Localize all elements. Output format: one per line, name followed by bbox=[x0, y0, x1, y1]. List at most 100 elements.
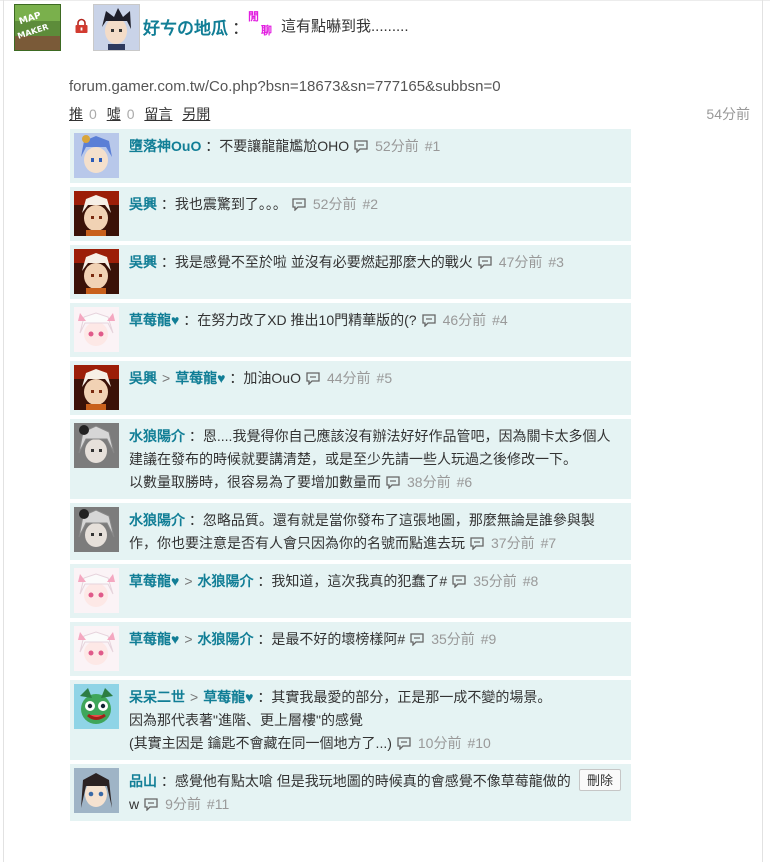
comment-time: 44分前 bbox=[326, 370, 371, 386]
author-colon: ： bbox=[232, 19, 249, 38]
reply-to-username[interactable]: 草莓龍♥ bbox=[203, 689, 253, 705]
post-author[interactable]: 好ㄘの地瓜 bbox=[143, 14, 228, 39]
comment-colon: ： bbox=[157, 196, 175, 212]
reply-icon[interactable] bbox=[396, 734, 412, 751]
comment-colon: ： bbox=[201, 138, 220, 154]
open-new-button[interactable]: 另開 bbox=[182, 106, 210, 122]
post-header: MAP MAKER 好ㄘの地瓜 ： 閒 聊 這有點嚇到我......... bbox=[14, 4, 754, 51]
reply-icon[interactable] bbox=[385, 473, 401, 490]
chat-tag-icon: 閒 聊 bbox=[248, 11, 272, 37]
post-url[interactable]: forum.gamer.com.tw/Co.php?bsn=18673&sn=7… bbox=[69, 78, 501, 95]
comment-colon: ： bbox=[179, 312, 198, 328]
reply-to-username[interactable]: 草莓龍♥ bbox=[175, 370, 225, 386]
comment-time: 47分前 bbox=[498, 254, 543, 270]
reply-arrow: > bbox=[184, 631, 193, 647]
push-count: 0 bbox=[89, 106, 97, 122]
comment-username[interactable]: 墮落神OuO bbox=[129, 138, 201, 154]
comment-avatar[interactable] bbox=[74, 423, 119, 468]
comment-avatar[interactable] bbox=[74, 768, 119, 813]
comment-avatar[interactable] bbox=[74, 507, 119, 552]
reply-arrow: > bbox=[184, 573, 193, 589]
comment-floor-number[interactable]: #1 bbox=[425, 138, 441, 154]
comment-colon: ： bbox=[253, 573, 272, 589]
comment-floor-number[interactable]: #6 bbox=[457, 474, 473, 490]
comment-row: 草莓龍♥ > 水狼陽介 ：我知道，這次我真的犯蠢了# 35分前 #8 bbox=[70, 564, 631, 618]
comment-row: 水狼陽介 ：忽略品質。還有就是當你發布了這張地圖，那麼無論是誰參與製作，你也要注… bbox=[70, 503, 631, 560]
comment-time: 10分前 bbox=[417, 735, 462, 751]
push-button[interactable]: 推 bbox=[69, 106, 83, 122]
comment-row: 水狼陽介 ：恩....我覺得你自己應該沒有辦法好好作品管吧，因為關卡太多個人建議… bbox=[70, 419, 631, 499]
comment-avatar[interactable] bbox=[74, 365, 119, 410]
comment-floor-number[interactable]: #10 bbox=[467, 735, 490, 751]
comment-colon: ： bbox=[253, 631, 272, 647]
comment-row: 吳興 ：我也震驚到了。。。 52分前 #2 bbox=[70, 187, 631, 241]
comment-colon: ： bbox=[185, 512, 203, 528]
comment-time: 38分前 bbox=[407, 474, 451, 490]
comment-avatar[interactable] bbox=[74, 133, 119, 178]
comment-floor-number[interactable]: #9 bbox=[481, 631, 497, 647]
reply-icon[interactable] bbox=[353, 137, 369, 154]
comment-username[interactable]: 吳興 bbox=[129, 254, 157, 270]
reply-icon[interactable] bbox=[305, 369, 321, 386]
reply-icon[interactable] bbox=[451, 572, 467, 589]
comment-avatar[interactable] bbox=[74, 684, 119, 729]
comment-floor-number[interactable]: #7 bbox=[541, 535, 557, 551]
game-logo-icon[interactable]: MAP MAKER bbox=[14, 4, 61, 51]
comment-username[interactable]: 草莓龍♥ bbox=[129, 631, 179, 647]
comment-floor-number[interactable]: #4 bbox=[492, 312, 508, 328]
reply-arrow: > bbox=[162, 370, 171, 386]
comment-avatar[interactable] bbox=[74, 626, 119, 671]
comment-time: 52分前 bbox=[312, 196, 357, 212]
comment-floor-number[interactable]: #8 bbox=[523, 573, 539, 589]
comment-username[interactable]: 水狼陽介 bbox=[129, 428, 185, 444]
boo-button[interactable]: 噓 bbox=[107, 106, 121, 122]
comment-floor-number[interactable]: #11 bbox=[207, 796, 229, 812]
comment-avatar[interactable] bbox=[74, 307, 119, 352]
comment-username[interactable]: 品山 bbox=[129, 773, 157, 789]
post-actions: 推0 噓0 留言 另開 bbox=[69, 104, 210, 124]
comment-row: 呆呆二世 > 草莓龍♥ ：其實我最愛的部分，正是那一成不變的場景。 因為那代表著"進… bbox=[70, 680, 631, 760]
comment-avatar[interactable] bbox=[74, 191, 119, 236]
reply-to-username[interactable]: 水狼陽介 bbox=[198, 573, 254, 589]
comment-username[interactable]: 水狼陽介 bbox=[129, 512, 185, 528]
delete-button[interactable]: 刪除 bbox=[579, 769, 622, 791]
comment-row: 墮落神OuO ：不要讓龍龍尷尬OHO 52分前 #1 bbox=[70, 129, 631, 183]
comment-time: 52分前 bbox=[375, 138, 419, 154]
comment-username[interactable]: 呆呆二世 bbox=[129, 689, 185, 705]
comment-row: 吳興 > 草莓龍♥ ：加油OuO 44分前 #5 bbox=[70, 361, 631, 415]
comment-colon: ： bbox=[157, 254, 175, 270]
reply-icon[interactable] bbox=[421, 311, 437, 328]
reply-to-username[interactable]: 水狼陽介 bbox=[198, 631, 254, 647]
comment-floor-number[interactable]: #5 bbox=[377, 370, 393, 386]
post-title[interactable]: 這有點嚇到我......... bbox=[281, 15, 409, 36]
comment-floor-number[interactable]: #3 bbox=[548, 254, 564, 270]
comment-list: 墮落神OuO ：不要讓龍龍尷尬OHO 52分前 #1 吳興 ：我也震驚到了。。。 52分… bbox=[70, 129, 631, 825]
comment-username[interactable]: 吳興 bbox=[129, 370, 157, 386]
comment-username[interactable]: 吳興 bbox=[129, 196, 157, 212]
comment-row: 草莓龍♥ ：在努力改了XD 推出10門精華版的(? 46分前 #4 bbox=[70, 303, 631, 357]
comment-username[interactable]: 草莓龍♥ bbox=[129, 312, 179, 328]
comment-avatar[interactable] bbox=[74, 249, 119, 294]
reply-arrow: > bbox=[190, 689, 199, 705]
reply-icon[interactable] bbox=[143, 795, 159, 812]
comment-time: 46分前 bbox=[442, 312, 487, 328]
comment-username[interactable]: 草莓龍♥ bbox=[129, 573, 179, 589]
comment-floor-number[interactable]: #2 bbox=[362, 196, 378, 212]
lock-icon bbox=[75, 18, 88, 33]
comment-time: 35分前 bbox=[473, 573, 517, 589]
comment-text: 我也震驚到了。。。 bbox=[174, 196, 287, 212]
comment-text: 不要讓龍龍尷尬OHO bbox=[219, 138, 350, 154]
comment-row: 草莓龍♥ > 水狼陽介 ：是最不好的壞榜樣阿# 35分前 #9 bbox=[70, 622, 631, 676]
comment-button[interactable]: 留言 bbox=[144, 106, 172, 122]
comment-row: 品山 ：感覺他有點太嗆 但是我玩地圖的時候真的會感覺不像草莓龍做的w 9分前 #11… bbox=[70, 764, 631, 821]
comment-colon: ： bbox=[157, 773, 175, 789]
comment-text: 在努力改了XD 推出10門精華版的(? bbox=[197, 312, 417, 328]
reply-icon[interactable] bbox=[291, 195, 307, 212]
comment-time: 35分前 bbox=[431, 631, 475, 647]
comment-avatar[interactable] bbox=[74, 568, 119, 613]
reply-icon[interactable] bbox=[409, 630, 425, 647]
comment-text: 我是感覺不至於啦 並沒有必要燃起那麼大的戰火 bbox=[174, 254, 473, 270]
reply-icon[interactable] bbox=[477, 253, 493, 270]
poster-avatar[interactable] bbox=[93, 4, 140, 51]
reply-icon[interactable] bbox=[469, 534, 485, 551]
